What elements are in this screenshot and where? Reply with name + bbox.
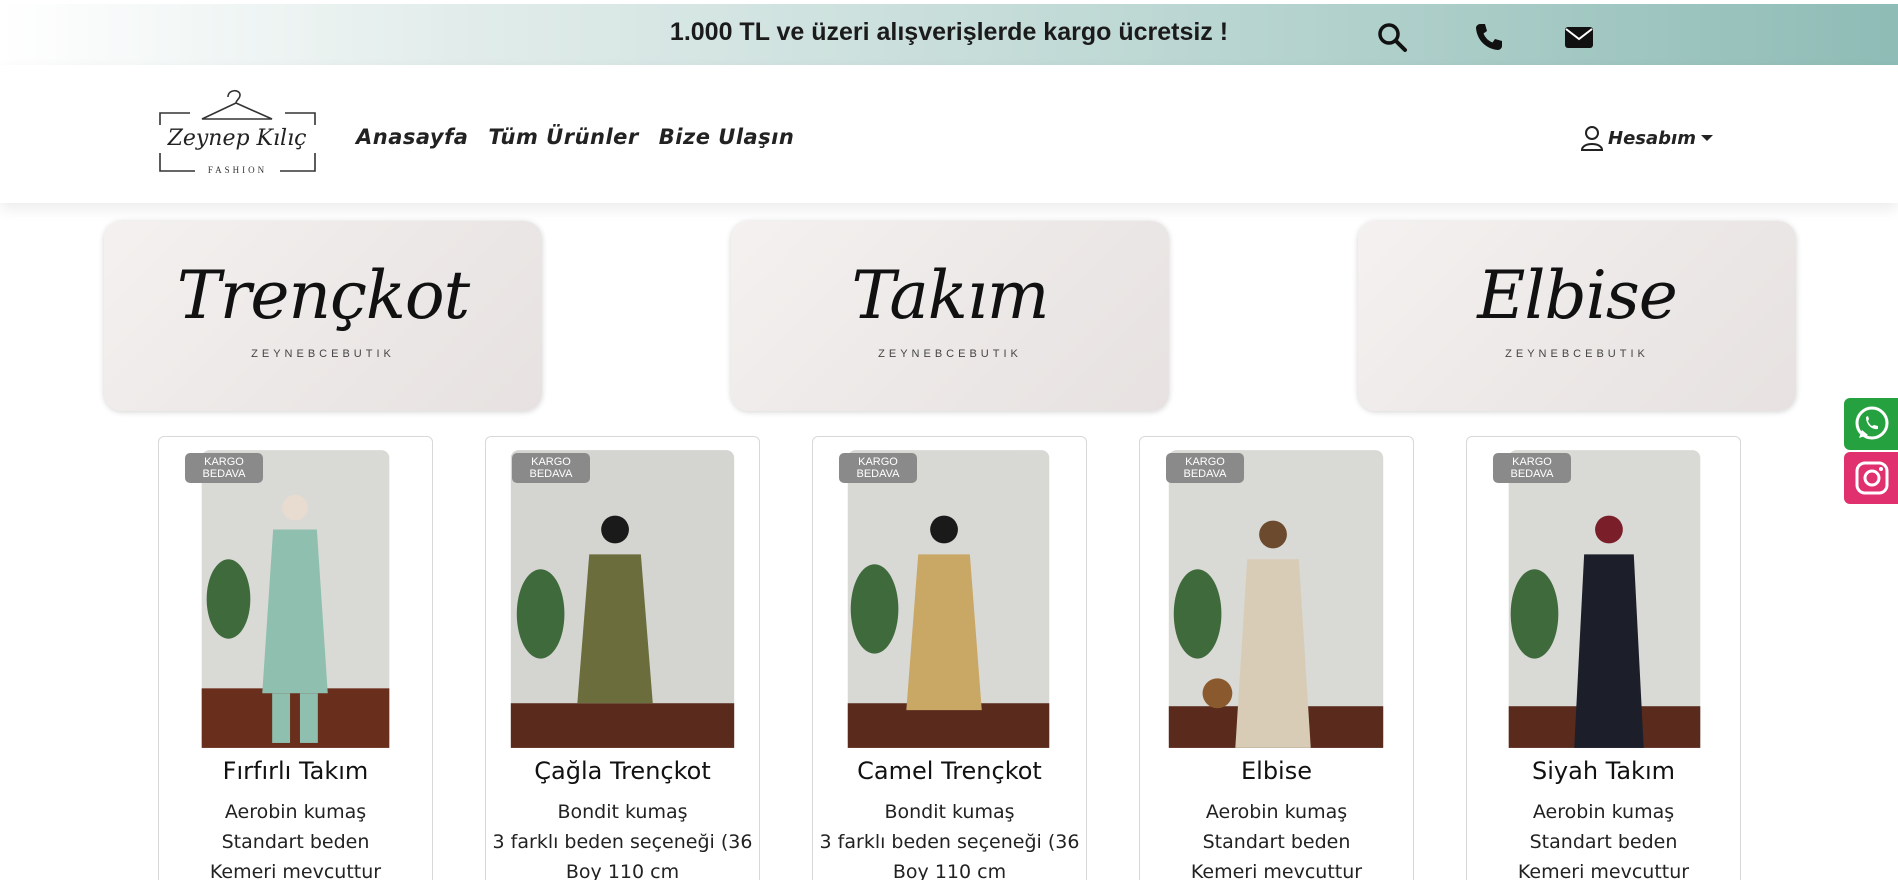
whatsapp-button[interactable] xyxy=(1844,398,1898,450)
description-line: Aerobin kumaş xyxy=(1532,801,1675,823)
user-icon xyxy=(1580,126,1604,151)
description-line: Bondit kumaş xyxy=(884,801,1015,823)
free-shipping-badge: KARGO BEDAVA xyxy=(839,453,917,483)
banner-title: Elbise xyxy=(1477,257,1678,334)
product-description: Aerobin kumaş Standart beden Kemeri mevc… xyxy=(1140,797,1413,880)
product-description: Aerobin kumaş Standart beden Kemeri mevc… xyxy=(1467,797,1740,880)
product-title[interactable]: Camel Trençkot xyxy=(813,757,1086,785)
site-header: Zeynep Kılıç FASHION Anasayfa Tüm Ürünle… xyxy=(0,65,1898,203)
description-line: 3 farklı beden seçeneği (36 xyxy=(492,831,753,853)
account-menu[interactable]: Hesabım xyxy=(1580,125,1714,151)
product-card[interactable]: KARGO BEDAVA Camel Trençkot Bondit kumaş… xyxy=(812,436,1087,880)
description-line: Aerobin kumaş xyxy=(224,801,367,823)
description-line: Kemeri mevcuttur xyxy=(1517,861,1690,880)
promo-bar: 1.000 TL ve üzeri alışverişlerde kargo ü… xyxy=(0,4,1898,65)
phone-icon[interactable] xyxy=(1473,21,1505,53)
description-line: Standart beden xyxy=(1529,831,1678,853)
nav-anasayfa[interactable]: Anasayfa xyxy=(356,125,468,149)
svg-text:Zeynep Kılıç: Zeynep Kılıç xyxy=(167,126,307,151)
product-photo[interactable] xyxy=(486,449,759,749)
product-title[interactable]: Elbise xyxy=(1140,757,1413,785)
logo-subtitle: FASHION xyxy=(207,165,268,175)
main-nav: Anasayfa Tüm Ürünler Bize Ulaşın xyxy=(356,125,794,149)
description-line: Kemeri mevcuttur xyxy=(1190,861,1363,880)
promo-text: 1.000 TL ve üzeri alışverişlerde kargo ü… xyxy=(669,18,1229,46)
brand-logo[interactable]: Zeynep Kılıç FASHION xyxy=(150,83,325,183)
instagram-button[interactable] xyxy=(1844,452,1898,504)
description-line: Bondit kumaş xyxy=(557,801,688,823)
product-title[interactable]: Fırfırlı Takım xyxy=(159,757,432,785)
category-banner-takim[interactable]: Takım ZEYNEBCEBUTIK xyxy=(731,221,1169,411)
category-banner-trenckot[interactable]: Trençkot ZEYNEBCEBUTIK xyxy=(104,221,542,411)
category-banner-elbise[interactable]: Elbise ZEYNEBCEBUTIK xyxy=(1358,221,1796,411)
description-line: Kemeri mevcuttur xyxy=(209,861,382,880)
product-description: Aerobin kumaş Standart beden Kemeri mevc… xyxy=(159,797,432,880)
whatsapp-icon xyxy=(1855,406,1889,440)
description-line: Boy 110 cm xyxy=(892,861,1007,880)
product-card[interactable]: KARGO BEDAVA Fırfırlı Takım Aerobin kuma… xyxy=(158,436,433,880)
product-photo[interactable] xyxy=(813,449,1086,749)
free-shipping-badge: KARGO BEDAVA xyxy=(185,453,263,483)
banner-title: Takım xyxy=(851,257,1050,334)
product-card[interactable]: KARGO BEDAVA Elbise Aerobin kumaş Standa… xyxy=(1139,436,1414,880)
product-photo[interactable] xyxy=(1140,449,1413,749)
mail-icon[interactable] xyxy=(1563,21,1595,53)
product-description: Bondit kumaş 3 farklı beden seçeneği (36… xyxy=(486,797,759,880)
description-line: 3 farklı beden seçeneği (36 xyxy=(819,831,1080,853)
product-photo[interactable] xyxy=(159,449,432,749)
description-line: Standart beden xyxy=(221,831,370,853)
free-shipping-badge: KARGO BEDAVA xyxy=(512,453,590,483)
description-line: Boy 110 cm xyxy=(565,861,680,880)
nav-tum-urunler[interactable]: Tüm Ürünler xyxy=(488,125,638,149)
instagram-icon xyxy=(1855,461,1889,495)
product-title[interactable]: Siyah Takım xyxy=(1467,757,1740,785)
free-shipping-badge: KARGO BEDAVA xyxy=(1493,453,1571,483)
banner-title: Trençkot xyxy=(176,257,470,334)
description-line: Standart beden xyxy=(1202,831,1351,853)
product-card[interactable]: KARGO BEDAVA Siyah Takım Aerobin kumaş S… xyxy=(1466,436,1741,880)
nav-bize-ulasin[interactable]: Bize Ulaşın xyxy=(659,125,795,149)
product-card[interactable]: KARGO BEDAVA Çağla Trençkot Bondit kumaş… xyxy=(485,436,760,880)
free-shipping-badge: KARGO BEDAVA xyxy=(1166,453,1244,483)
banner-subtitle: ZEYNEBCEBUTIK xyxy=(251,348,395,360)
product-title[interactable]: Çağla Trençkot xyxy=(486,757,759,785)
account-label: Hesabım xyxy=(1608,127,1696,149)
banner-subtitle: ZEYNEBCEBUTIK xyxy=(878,348,1022,360)
banner-subtitle: ZEYNEBCEBUTIK xyxy=(1505,348,1649,360)
product-description: Bondit kumaş 3 farklı beden seçeneği (36… xyxy=(813,797,1086,880)
caret-down-icon xyxy=(1700,135,1713,141)
description-line: Aerobin kumaş xyxy=(1205,801,1348,823)
search-icon[interactable] xyxy=(1376,21,1408,53)
product-photo[interactable] xyxy=(1467,449,1740,749)
